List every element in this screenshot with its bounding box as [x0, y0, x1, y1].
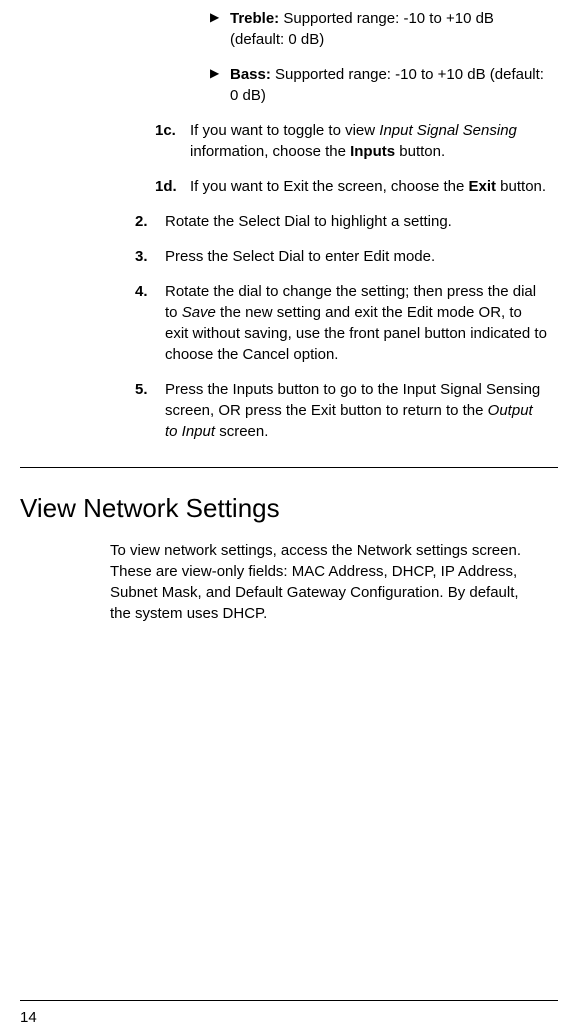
substep-number: 1c. [155, 120, 190, 162]
bullet-treble: ▶ Treble: Supported range: -10 to +10 dB… [210, 8, 558, 50]
section-heading: View Network Settings [20, 493, 558, 524]
substep-number: 1d. [155, 176, 190, 197]
text-segment: button. [496, 178, 546, 195]
bullet-label: Bass: [230, 66, 271, 83]
bullet-marker-icon: ▶ [210, 8, 230, 50]
step-text: Rotate the dial to change the setting; t… [165, 281, 558, 365]
bullet-text: Treble: Supported range: -10 to +10 dB (… [230, 8, 548, 50]
text-segment: button. [395, 143, 445, 160]
step-number: 3. [135, 246, 165, 267]
step-text: Rotate the Select Dial to highlight a se… [165, 211, 462, 232]
bullet-desc: Supported range: -10 to +10 dB (default:… [230, 66, 544, 104]
text-segment: the new setting and exit the Edit mode O… [165, 304, 547, 363]
step-5: 5. Press the Inputs button to go to the … [135, 379, 558, 442]
step-number: 5. [135, 379, 165, 442]
step-text: Press the Select Dial to enter Edit mode… [165, 246, 445, 267]
bullet-text: Bass: Supported range: -10 to +10 dB (de… [230, 64, 548, 106]
step-4: 4. Rotate the dial to change the setting… [135, 281, 558, 365]
substep-text: If you want to toggle to view Input Sign… [190, 120, 558, 162]
section-divider [20, 467, 558, 468]
footer-divider [20, 1000, 558, 1001]
step-3: 3. Press the Select Dial to enter Edit m… [135, 246, 558, 267]
step-number: 4. [135, 281, 165, 365]
step-text: Press the Inputs button to go to the Inp… [165, 379, 558, 442]
main-content: ▶ Treble: Supported range: -10 to +10 dB… [135, 8, 558, 442]
text-italic: Input Signal Sensing [379, 122, 517, 139]
text-segment: Press the Inputs button to go to the Inp… [165, 381, 540, 419]
text-segment: information, choose the [190, 143, 350, 160]
substep-1c: 1c. If you want to toggle to view Input … [155, 120, 558, 162]
text-italic: Save [182, 304, 216, 321]
substep-text: If you want to Exit the screen, choose t… [190, 176, 552, 197]
step-2: 2. Rotate the Select Dial to highlight a… [135, 211, 558, 232]
step-number: 2. [135, 211, 165, 232]
bullet-marker-icon: ▶ [210, 64, 230, 106]
bullet-bass: ▶ Bass: Supported range: -10 to +10 dB (… [210, 64, 558, 106]
text-bold: Exit [469, 178, 497, 195]
text-segment: If you want to Exit the screen, choose t… [190, 178, 469, 195]
substep-1d: 1d. If you want to Exit the screen, choo… [155, 176, 558, 197]
text-segment: If you want to toggle to view [190, 122, 379, 139]
bullet-label: Treble: [230, 10, 279, 27]
text-segment: screen. [215, 423, 268, 440]
text-bold: Inputs [350, 143, 395, 160]
page-number: 14 [20, 1009, 37, 1026]
page-footer: 14 [0, 1000, 578, 1026]
section-body: To view network settings, access the Net… [110, 540, 558, 624]
